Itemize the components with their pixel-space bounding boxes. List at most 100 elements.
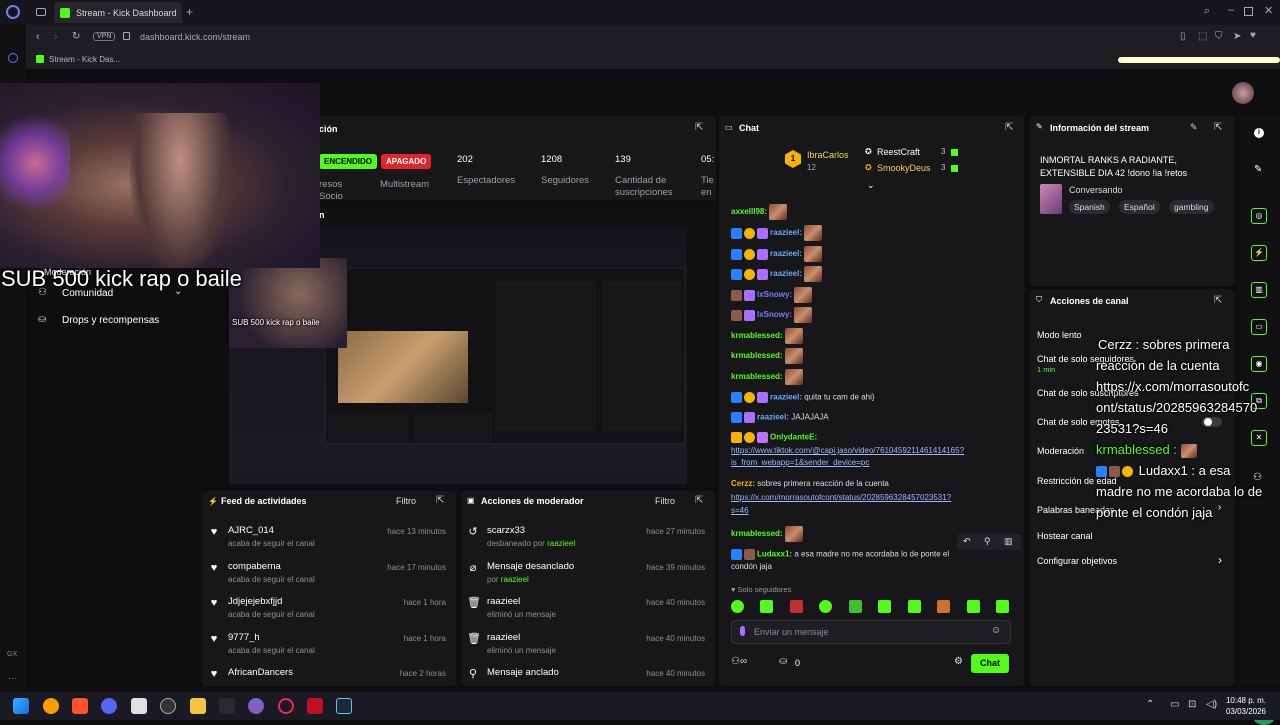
emote-button[interactable]: [848, 600, 862, 613]
leader-name[interactable]: IbraCarlos: [807, 150, 849, 160]
brave-icon[interactable]: [72, 698, 88, 714]
emote-button[interactable]: [731, 600, 744, 613]
folder-icon[interactable]: [190, 698, 206, 714]
star-icon: ✪: [865, 163, 872, 172]
messenger-icon[interactable]: [8, 53, 18, 63]
popout-icon[interactable]: ⇱: [436, 495, 444, 506]
chat-input[interactable]: Enviar un mensaje ☺: [731, 620, 1011, 644]
action-host-channel[interactable]: Hostear canal: [1037, 531, 1093, 541]
target-icon[interactable]: ◎: [1251, 208, 1267, 224]
mod-action-row: ↺ scarzx33 desbaneado por raazieel hace …: [468, 525, 705, 548]
vpn-badge[interactable]: VPN: [93, 32, 116, 41]
maximize-icon[interactable]: [1244, 7, 1253, 16]
windows-start-icon[interactable]: [13, 698, 29, 714]
emote-button[interactable]: [819, 600, 833, 613]
settings-icon[interactable]: ⚙: [954, 656, 963, 667]
chat-icon[interactable]: ▭: [1251, 319, 1267, 335]
tag: Español: [1119, 200, 1160, 214]
lock-icon: [123, 32, 130, 40]
emote-button[interactable]: [937, 600, 951, 613]
emote-button[interactable]: [878, 600, 892, 613]
more-icon[interactable]: ···: [8, 673, 17, 683]
app-icon[interactable]: [248, 698, 264, 714]
emote-button[interactable]: [995, 600, 1009, 613]
star-icon: ✪: [865, 147, 872, 156]
viewers-count: 202: [457, 154, 473, 165]
close-icon[interactable]: ✕: [1264, 4, 1273, 17]
tray-volume-icon[interactable]: ◁): [1206, 699, 1217, 710]
send-icon[interactable]: ➤: [1233, 31, 1241, 42]
minimize-icon[interactable]: –: [1228, 4, 1234, 16]
opera-gx-icon[interactable]: [278, 698, 294, 714]
back-icon[interactable]: ‹: [36, 31, 40, 43]
trash-icon: 🗑: [467, 597, 481, 609]
new-tab-icon[interactable]: +: [186, 5, 193, 19]
reload-icon[interactable]: ↻: [72, 31, 80, 42]
popout-icon[interactable]: ⇱: [1214, 122, 1222, 133]
bookmark-icon[interactable]: ▯: [1180, 31, 1186, 42]
steam-icon[interactable]: [336, 698, 352, 714]
chat-link[interactable]: https://x.com/morrasoutofcont/status/202…: [731, 493, 951, 502]
sidebar-item-drops[interactable]: ⛀ Drops y recompensas: [38, 313, 208, 329]
action-goals[interactable]: Configurar objetivos: [1037, 556, 1117, 566]
heart-icon[interactable]: ♥: [1250, 30, 1256, 41]
xbox-icon[interactable]: [219, 698, 235, 714]
popout-icon[interactable]: ⇱: [695, 122, 703, 133]
emote-button[interactable]: [789, 600, 803, 613]
pin-icon: ⚲: [468, 668, 478, 680]
trash-icon[interactable]: ▥: [1251, 282, 1267, 298]
activity-filter-button[interactable]: Filtro: [396, 496, 416, 506]
tray-display-icon[interactable]: ▭: [1170, 699, 1179, 710]
action-slow-mode[interactable]: Modo lento: [1037, 330, 1082, 340]
action-moderation[interactable]: Moderación: [1037, 446, 1084, 456]
leader-name[interactable]: ReestCraft: [877, 147, 920, 157]
emoji-icon[interactable]: ☺: [991, 625, 1001, 636]
forward-icon[interactable]: ›: [54, 31, 58, 43]
taskbar-clock[interactable]: 10:48 p. m. 03/03/2026: [1226, 695, 1266, 717]
browser-tab[interactable]: Stream - Kick Dashboard: [54, 2, 182, 23]
pin-icon[interactable]: ⚲: [984, 536, 991, 547]
opera-logo-icon[interactable]: [6, 5, 20, 19]
trash-icon[interactable]: ▥: [1004, 536, 1013, 547]
tray-network-icon[interactable]: ⊡: [1188, 699, 1196, 710]
gx-icon[interactable]: GX: [7, 651, 17, 658]
reply-icon[interactable]: ↶: [963, 536, 971, 547]
tray-chevron-icon[interactable]: ⌃: [1146, 699, 1154, 710]
wrench-icon: ✎: [1036, 122, 1043, 131]
gift-icon[interactable]: ⛀: [779, 656, 787, 667]
shield-icon[interactable]: ⛉: [1215, 31, 1223, 42]
emote-button[interactable]: [966, 600, 980, 613]
search-icon[interactable]: ⌕: [1204, 5, 1210, 18]
mic-icon[interactable]: [740, 626, 745, 636]
info-icon[interactable]: i: [1254, 128, 1264, 138]
obs-icon[interactable]: [160, 698, 176, 714]
emote-button[interactable]: [760, 600, 774, 613]
chat-link[interactable]: is_from_webapp=1&sender_device=pc: [731, 458, 869, 467]
popout-icon[interactable]: ⇱: [1214, 295, 1222, 306]
snapshot-icon[interactable]: ⬚: [1198, 31, 1207, 42]
chevron-down-icon[interactable]: ⌄: [867, 180, 875, 191]
sidebar-item-moderation[interactable]: Moderación: [44, 262, 91, 280]
chat-link[interactable]: https://www.tiktok.com/@capi.jaso/video/…: [731, 446, 964, 455]
url-field[interactable]: dashboard.kick.com/stream: [140, 32, 250, 42]
emote-button[interactable]: [907, 600, 921, 613]
avatar[interactable]: [1232, 82, 1254, 104]
chat-link[interactable]: s=46: [731, 506, 749, 515]
store-icon[interactable]: [131, 698, 147, 714]
popout-icon[interactable]: ⇱: [1005, 122, 1013, 133]
coin-app-icon[interactable]: [43, 698, 59, 714]
chat-panel: ▭ Chat ⇱ 1 IbraCarlos 12 ✪ ReestCraft 3 …: [719, 116, 1024, 686]
leader-name[interactable]: SmookyDeus: [877, 163, 931, 173]
heart-icon: ♥: [210, 668, 218, 680]
bolt-icon[interactable]: ⚡: [1251, 245, 1267, 261]
tabs-icon[interactable]: [36, 8, 46, 16]
pencil-icon[interactable]: ✎: [1254, 164, 1262, 175]
users-icon[interactable]: ⚇∞: [731, 656, 747, 667]
send-chat-button[interactable]: Chat: [971, 654, 1009, 673]
record-app-icon[interactable]: [307, 698, 323, 714]
bookmark-item[interactable]: Stream - Kick Das...: [49, 55, 120, 64]
mod-filter-button[interactable]: Filtro: [655, 496, 675, 506]
popout-icon[interactable]: ⇱: [695, 495, 703, 506]
discord-icon[interactable]: [101, 698, 117, 714]
edit-icon[interactable]: ✎: [1190, 122, 1198, 133]
